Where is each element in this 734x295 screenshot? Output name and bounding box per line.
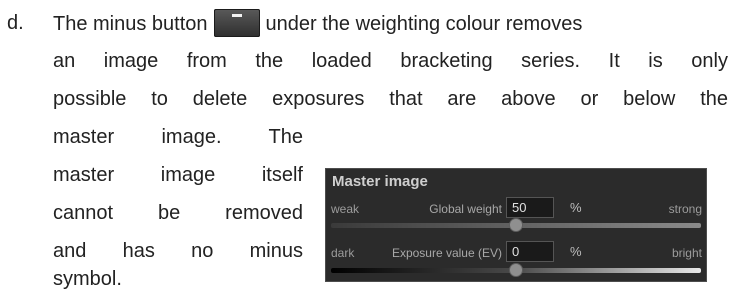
strong-label: strong bbox=[668, 202, 702, 216]
bright-label: bright bbox=[671, 246, 702, 260]
weak-label: weak bbox=[331, 202, 360, 216]
paragraph-line-1: The minus button under the weighting colo… bbox=[53, 9, 582, 38]
line1-text-before: The minus button bbox=[53, 13, 208, 35]
paragraph-line-3: possible to delete exposures that are ab… bbox=[53, 88, 728, 110]
paragraph-line-6: cannot be removed bbox=[53, 202, 303, 224]
global-weight-slider-handle[interactable] bbox=[509, 218, 523, 232]
global-weight-row: weak Global weight 50 % strong bbox=[326, 197, 706, 219]
exposure-value-input[interactable]: 0 bbox=[506, 241, 554, 262]
global-weight-slider[interactable] bbox=[331, 218, 701, 232]
exposure-value-slider[interactable] bbox=[331, 263, 701, 277]
exposure-value-label: Exposure value (EV) bbox=[391, 246, 502, 260]
exposure-value-slider-handle[interactable] bbox=[509, 263, 523, 277]
paragraph-line-7: and has no minus bbox=[53, 240, 303, 262]
master-image-panel: Master image weak Global weight 50 % str… bbox=[325, 168, 707, 282]
global-weight-label: Global weight bbox=[429, 202, 502, 216]
dark-label: dark bbox=[331, 246, 355, 260]
paragraph-line-5: master image itself bbox=[53, 164, 303, 186]
exposure-value-row: dark Exposure value (EV) 0 % bright bbox=[326, 241, 706, 263]
panel-title: Master image bbox=[332, 173, 428, 190]
paragraph-line-2: an image from the loaded bracketing seri… bbox=[53, 50, 728, 72]
global-weight-unit: % bbox=[570, 200, 582, 215]
paragraph-line-8: symbol. bbox=[53, 268, 122, 290]
list-item-marker: d. bbox=[7, 12, 24, 34]
line1-text-after: under the weighting colour removes bbox=[265, 13, 583, 35]
exposure-value-unit: % bbox=[570, 244, 582, 259]
minus-icon bbox=[213, 9, 260, 37]
global-weight-input[interactable]: 50 bbox=[506, 197, 554, 218]
paragraph-line-4: master image. The bbox=[53, 126, 303, 148]
